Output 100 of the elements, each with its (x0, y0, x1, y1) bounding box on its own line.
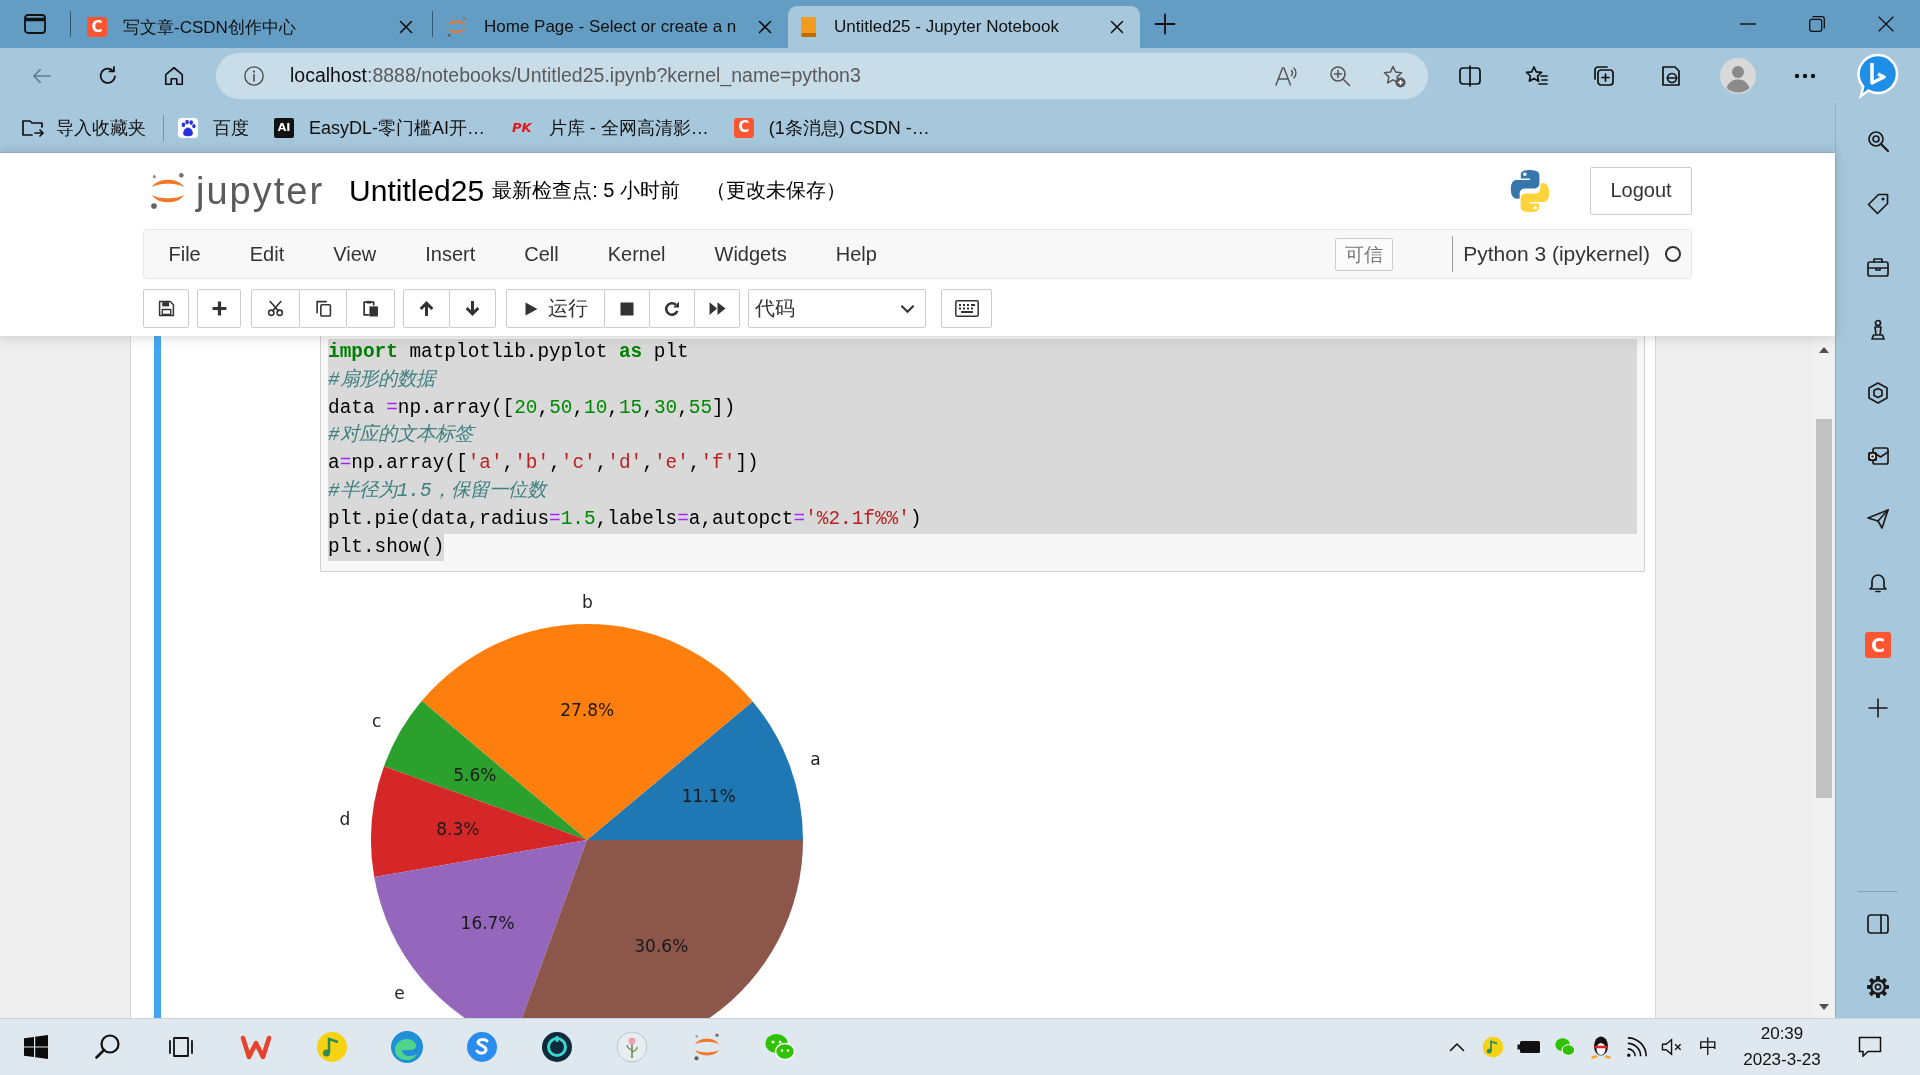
copy-icon[interactable] (314, 300, 332, 317)
menu-item[interactable]: Widgets (690, 242, 812, 266)
add-cell-button[interactable] (197, 289, 241, 328)
zigzag-logo-icon[interactable] (239, 1033, 272, 1061)
category-label: b (582, 592, 593, 613)
scrollbar-thumb[interactable] (1816, 419, 1832, 798)
bookmark-item[interactable]: 导入收藏夹 (21, 109, 146, 146)
chevron-down-icon[interactable] (900, 303, 915, 314)
chevron-up-icon[interactable] (1449, 1042, 1465, 1052)
brand-name[interactable]: jupyter (196, 171, 325, 210)
close-icon[interactable] (399, 20, 413, 34)
cell-type-dropdown[interactable]: 代码 (748, 289, 926, 328)
bookmark-item[interactable]: AI EasyDL-零门槛AI开… (274, 109, 486, 146)
site-logo: C (87, 17, 107, 37)
sidebar-panel-icon[interactable] (1866, 911, 1890, 936)
chat-logo-icon[interactable] (1857, 52, 1899, 99)
stop-button[interactable] (604, 289, 650, 328)
input-method-indicator[interactable]: 中 (1698, 1034, 1718, 1060)
restart-icon[interactable] (664, 300, 680, 317)
ring-logo-icon[interactable] (540, 1031, 573, 1063)
bookmark-item[interactable]: 百度 (178, 109, 249, 146)
minimize-icon[interactable] (1739, 23, 1756, 25)
home-icon[interactable] (163, 64, 185, 87)
clock-time[interactable]: 20:39 (1760, 1021, 1804, 1047)
checkpoint-status: 最新检查点: 5 小时前 (492, 178, 680, 203)
start-icon[interactable] (24, 1035, 48, 1059)
scroll-up-icon[interactable] (1819, 347, 1829, 353)
paper-plane-icon[interactable] (1866, 506, 1890, 531)
cut-button[interactable] (251, 289, 300, 328)
add-icon[interactable] (210, 300, 228, 317)
arrow-up-icon[interactable] (418, 300, 435, 317)
trusted-indicator[interactable]: 可信 (1335, 237, 1394, 271)
keyboard-shortcuts-button[interactable] (941, 289, 992, 328)
fast-forward-icon[interactable] (708, 300, 726, 317)
run-button[interactable]: 运行 (506, 289, 605, 328)
task-view-icon[interactable] (167, 1035, 194, 1059)
split-screen-icon[interactable] (1457, 63, 1482, 88)
save-icon[interactable] (157, 300, 175, 317)
hexagon-icon[interactable] (1866, 380, 1890, 405)
site-logo: C (733, 117, 754, 138)
play-icon[interactable] (523, 300, 539, 317)
menu-item[interactable]: Help (811, 242, 902, 266)
menu-item[interactable]: File (144, 242, 226, 266)
search-icon[interactable] (93, 1033, 122, 1061)
close-icon[interactable] (1877, 16, 1894, 32)
more-icon[interactable] (1793, 72, 1816, 79)
favorites-icon[interactable] (1524, 63, 1549, 88)
close-icon[interactable] (758, 20, 772, 34)
copy-button[interactable] (299, 289, 347, 328)
menu-item[interactable]: Kernel (583, 242, 690, 266)
jupyter-logo-icon[interactable] (691, 1032, 722, 1062)
browser-tab[interactable]: Untitled25 - Jupyter Notebook (788, 6, 1140, 48)
restore-icon[interactable] (1808, 16, 1825, 32)
music-note-icon[interactable] (1482, 1036, 1504, 1058)
stop-icon[interactable] (619, 300, 635, 317)
battery-icon[interactable] (1517, 1040, 1541, 1054)
keyboard-icon[interactable] (954, 300, 979, 317)
percent-label: 16.7% (460, 913, 515, 934)
music-note-icon[interactable] (315, 1031, 348, 1063)
new-tab-icon[interactable] (1154, 13, 1176, 35)
menu-item[interactable]: View (308, 242, 401, 266)
notebook-title[interactable]: Untitled25 (349, 173, 485, 208)
arrow-down-icon[interactable] (464, 300, 481, 317)
notification-icon[interactable] (1858, 1036, 1882, 1058)
swirl-logo-icon[interactable] (389, 1030, 424, 1064)
menu-item[interactable]: Edit (225, 242, 309, 266)
collections-icon[interactable] (1591, 63, 1616, 88)
browser-tab[interactable]: Home Page - Select or create a n (436, 6, 788, 48)
info-icon[interactable] (243, 64, 265, 87)
bookmark-item[interactable]: C (1条消息) CSDN -… (733, 109, 930, 146)
paste-icon[interactable] (362, 300, 379, 317)
search-icon[interactable] (1866, 128, 1890, 153)
save-button[interactable] (143, 289, 189, 328)
scissors-icon[interactable] (267, 300, 284, 317)
bookmark-item[interactable]: PK 片库 - 全网高清影… (510, 109, 709, 146)
run-all-button[interactable] (694, 289, 740, 328)
add-favorite-icon[interactable] (1382, 63, 1406, 88)
address-field[interactable]: localhost:8888/notebooks/Untitled25.ipynb?kernel_name=python3 (216, 52, 1428, 99)
speaker-muted-icon[interactable] (1660, 1037, 1683, 1057)
add-icon[interactable] (1866, 695, 1890, 720)
logout-button[interactable]: Logout (1590, 166, 1692, 215)
settings-icon[interactable] (1866, 974, 1890, 999)
close-icon[interactable] (1110, 20, 1124, 34)
browser-tab[interactable]: C 写文章-CSDN创作中心 (77, 6, 429, 48)
zoom-in-icon[interactable] (1328, 63, 1352, 88)
clock-date[interactable]: 2023-3-23 (1743, 1047, 1821, 1073)
paste-button[interactable] (346, 289, 395, 328)
menu-item[interactable]: Cell (499, 242, 584, 266)
tab-actions-icon[interactable] (24, 14, 46, 34)
refresh-icon[interactable] (97, 64, 119, 87)
code-editor[interactable]: import matplotlib.pyplot as plt #扇形的数据 data =np.array([20,50,10,15,30,55]) #对应的文本标签 a=np.array(['a','b','c','d','e','f']) #半径为1.5，保留一位数 plt.pie(data,radius=1.5,labels=a,autopct='%2.1f%%') plt.show() (320, 336, 1645, 573)
move-down-button[interactable] (449, 289, 496, 328)
curve-logo-icon[interactable] (465, 1031, 498, 1063)
move-up-button[interactable] (403, 289, 450, 328)
wifi-icon[interactable] (1625, 1036, 1648, 1058)
menu-item[interactable]: Insert (400, 242, 500, 266)
scroll-down-icon[interactable] (1819, 1004, 1829, 1010)
tag-icon[interactable] (1866, 191, 1890, 216)
restart-button[interactable] (649, 289, 695, 328)
penguin-icon[interactable] (1590, 1035, 1611, 1059)
